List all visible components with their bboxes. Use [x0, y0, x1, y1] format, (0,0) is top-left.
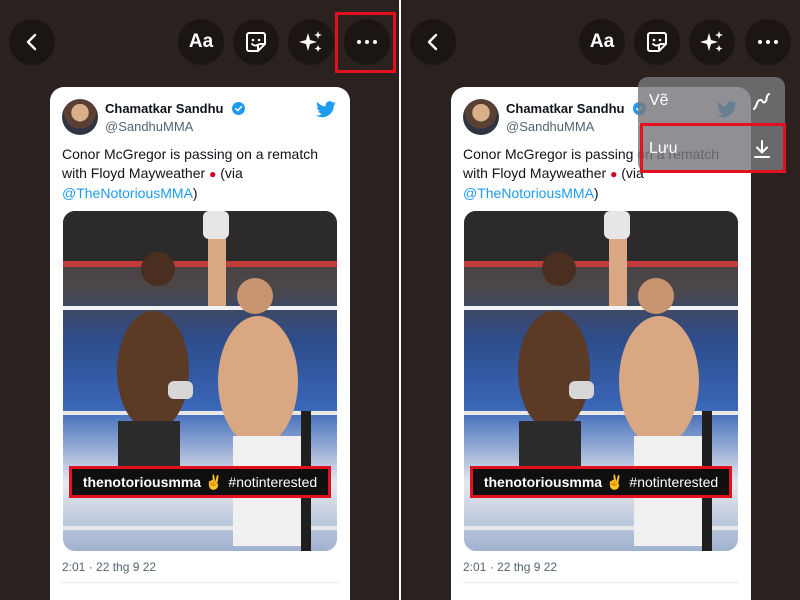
sticker-icon [647, 32, 667, 52]
photo-caption-user: thenotoriousmma ✌ [82, 473, 223, 490]
photo-caption-highlight: thenotoriousmma ✌ #notinterested [470, 466, 732, 498]
tweet-text-close: ) [192, 185, 198, 201]
story-editor-panel-left: Aa Chamatkar Sandhu @SandhuMMA Conor McG… [0, 0, 399, 600]
chevron-left-icon [26, 33, 37, 51]
verified-badge-icon [232, 102, 245, 115]
tweet-text-close: ) [593, 185, 599, 201]
chevron-left-icon [427, 33, 438, 51]
sticker-button[interactable] [634, 19, 680, 65]
avatar [463, 99, 499, 135]
menu-item-draw[interactable]: Vẽ [638, 79, 785, 123]
tweet-text-line2: with Floyd Mayweather [463, 165, 607, 181]
photo-caption-user: thenotoriousmma ✌ [483, 473, 624, 490]
sparkles-icon [700, 31, 723, 52]
photo-caption-highlight: thenotoriousmma ✌ #notinterested [69, 466, 331, 498]
text-tool-label: Aa [589, 31, 615, 52]
tweet-author-name: Chamatkar Sandhu [506, 101, 625, 116]
tweet-photo[interactable]: thenotoriousmma ✌ #notinterested [464, 211, 738, 551]
mention-link[interactable]: @TheNotoriousMMA [463, 185, 594, 201]
boxing-photo-illustration [63, 211, 337, 551]
text-tool-button[interactable]: Aa [579, 19, 625, 65]
divider [463, 582, 739, 583]
sticker-icon [246, 32, 266, 52]
tweet-text-via: (via [220, 165, 243, 181]
tweet-text-line2: with Floyd Mayweather [62, 165, 206, 181]
tweet-timestamp: 2:01 · 22 thg 9 22 [62, 560, 157, 574]
mention-link[interactable]: @TheNotoriousMMA [62, 185, 193, 201]
tweet-photo[interactable]: thenotoriousmma ✌ #notinterested [63, 211, 337, 551]
twitter-bird-icon [316, 101, 336, 118]
tweet-card[interactable]: Chamatkar Sandhu @SandhuMMA Conor McGreg… [50, 87, 350, 600]
tweet-text: Conor McGregor is passing on a rematch w… [62, 145, 342, 203]
text-tool-label: Aa [188, 31, 214, 52]
more-options-button[interactable] [745, 19, 791, 65]
effects-button[interactable] [288, 19, 334, 65]
tweet-author-name: Chamatkar Sandhu [105, 101, 224, 116]
ellipsis-icon [758, 40, 778, 44]
story-editor-panel-right: Aa Chamatkar Sandhu @SandhuMMA Conor McG… [401, 0, 800, 600]
divider [62, 582, 338, 583]
photo-caption-tag: #notinterested [629, 474, 719, 490]
save-item-highlight [640, 123, 786, 173]
back-button[interactable] [410, 19, 456, 65]
sticker-button[interactable] [233, 19, 279, 65]
tweet-author-handle: @SandhuMMA [105, 119, 194, 134]
boxing-glove-icon: ● [209, 167, 217, 181]
boxing-photo-illustration [464, 211, 738, 551]
avatar [62, 99, 98, 135]
back-button[interactable] [9, 19, 55, 65]
sparkles-icon [299, 31, 322, 52]
tweet-author-handle: @SandhuMMA [506, 119, 595, 134]
squiggle-draw-icon [753, 93, 770, 110]
text-tool-button[interactable]: Aa [178, 19, 224, 65]
effects-button[interactable] [689, 19, 735, 65]
more-button-highlight [335, 12, 396, 73]
photo-caption-tag: #notinterested [228, 474, 318, 490]
boxing-glove-icon: ● [610, 167, 618, 181]
tweet-text-line1: Conor McGregor is passing on a rematch [62, 146, 318, 162]
menu-item-draw-label: Vẽ [649, 92, 669, 109]
tweet-timestamp: 2:01 · 22 thg 9 22 [463, 560, 558, 574]
